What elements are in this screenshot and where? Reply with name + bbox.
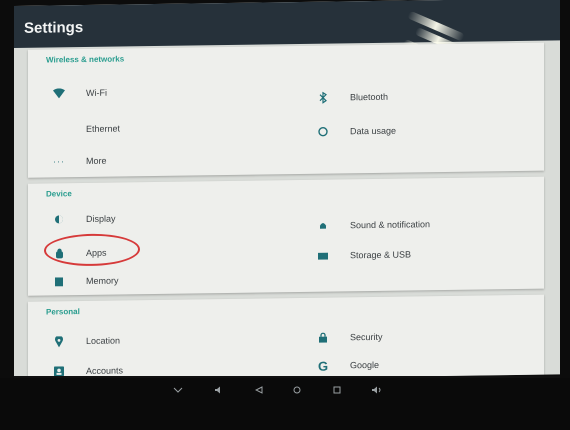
wireless-networks-card: Wireless & networks Wi-Fi Bluetooth Ethe…	[28, 42, 544, 178]
page-title: Settings	[24, 19, 84, 37]
sound-bell-icon	[314, 219, 332, 233]
back-icon[interactable]	[252, 384, 266, 396]
hide-keyboard-icon[interactable]	[171, 384, 185, 396]
settings-item-label: Storage & USB	[350, 249, 412, 261]
settings-item-ethernet[interactable]: Ethernet	[50, 119, 120, 140]
recent-apps-icon[interactable]	[330, 384, 344, 396]
memory-icon	[50, 274, 68, 288]
volume-down-icon[interactable]	[212, 384, 226, 396]
settings-item-storage[interactable]: Storage & USB	[314, 244, 411, 265]
settings-item-label: Sound & notification	[350, 219, 431, 231]
settings-item-google[interactable]: G Google	[314, 355, 379, 376]
storage-icon	[314, 249, 332, 263]
google-g-icon: G	[317, 358, 329, 374]
settings-item-display[interactable]: Display	[50, 209, 116, 230]
wifi-icon	[50, 86, 68, 100]
ethernet-icon	[50, 122, 68, 136]
settings-item-label: More	[86, 155, 107, 166]
location-pin-icon	[50, 334, 68, 348]
title-bar: Settings	[14, 0, 560, 62]
settings-item-bluetooth[interactable]: Bluetooth	[314, 87, 388, 108]
settings-item-label: Security	[350, 331, 383, 343]
settings-item-label: Wi-Fi	[86, 87, 107, 98]
settings-item-wifi[interactable]: Wi-Fi	[50, 83, 107, 104]
settings-screen: Settings Wireless & networks Wi-Fi Bluet…	[14, 0, 560, 382]
settings-item-security[interactable]: Security	[314, 327, 383, 348]
settings-item-sound[interactable]: Sound & notification	[314, 214, 430, 236]
data-usage-icon	[314, 125, 332, 139]
personal-card: Personal Location Security Accounts G Go…	[28, 294, 544, 382]
settings-item-label: Accounts	[86, 365, 124, 376]
volume-up-icon[interactable]	[370, 384, 384, 396]
settings-item-data-usage[interactable]: Data usage	[314, 121, 396, 142]
settings-item-label: Memory	[86, 275, 119, 286]
settings-item-label: Bluetooth	[350, 91, 389, 103]
navigation-bar	[0, 378, 570, 430]
display-brightness-icon	[50, 212, 68, 226]
settings-item-location[interactable]: Location	[50, 331, 120, 352]
settings-item-label: Location	[86, 335, 121, 346]
settings-item-label: Google	[350, 359, 380, 371]
home-icon[interactable]	[290, 384, 304, 396]
settings-item-label: Display	[86, 213, 116, 224]
settings-item-memory[interactable]: Memory	[50, 271, 119, 292]
bluetooth-icon	[314, 91, 332, 105]
settings-item-label: Data usage	[350, 125, 397, 137]
section-header-wireless: Wireless & networks	[46, 54, 125, 65]
settings-item-label: Ethernet	[86, 123, 121, 134]
lock-icon	[314, 331, 332, 345]
section-header-personal: Personal	[46, 307, 80, 317]
more-dots-icon: ···	[53, 156, 65, 167]
section-header-device: Device	[46, 189, 72, 199]
settings-item-more[interactable]: ··· More	[50, 151, 107, 172]
